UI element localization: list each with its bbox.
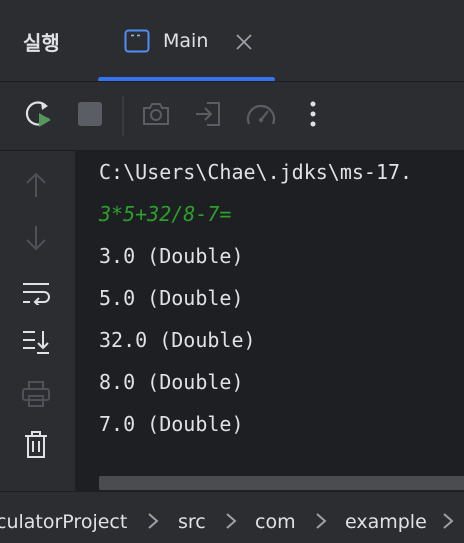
console-line-command: C:\Users\Chae\.jdks\ms-17. xyxy=(99,160,413,184)
console-line-output: 7.0 (Double) xyxy=(99,412,244,436)
profiler-button[interactable] xyxy=(243,98,279,134)
console-line-output: 5.0 (Double) xyxy=(99,286,244,310)
console-output[interactable]: C:\Users\Chae\.jdks\ms-17. 3*5+32/8-7= 3… xyxy=(76,151,464,491)
stop-icon xyxy=(77,101,103,131)
import-icon xyxy=(193,99,223,133)
run-tool-window-header: 실행 Main xyxy=(0,0,464,82)
print-button[interactable] xyxy=(18,378,54,414)
stop-button[interactable] xyxy=(72,98,108,134)
more-vertical-icon xyxy=(309,100,317,132)
down-arrow-icon xyxy=(24,224,48,256)
print-icon xyxy=(21,380,51,412)
chevron-right-icon xyxy=(225,512,237,534)
console-line-input: 3*5+32/8-7= xyxy=(99,202,232,226)
tab-main[interactable]: Main xyxy=(98,0,275,82)
breadcrumb-item-example[interactable]: example xyxy=(345,511,427,533)
soft-wrap-icon xyxy=(21,281,51,309)
toolbar-divider xyxy=(122,96,124,136)
tool-window-title: 실행 xyxy=(23,31,60,55)
chevron-right-icon xyxy=(147,512,159,534)
breadcrumb-item-src[interactable]: src xyxy=(178,511,206,533)
breadcrumb-item-project[interactable]: culatorProject xyxy=(0,511,127,533)
console-window-icon xyxy=(124,29,150,57)
soft-wrap-button[interactable] xyxy=(18,277,54,313)
next-occurrence-button[interactable] xyxy=(18,222,54,258)
profiler-gauge-icon xyxy=(245,100,277,132)
chevron-right-icon xyxy=(442,512,454,534)
console-line-output: 3.0 (Double) xyxy=(99,244,244,268)
run-toolbar xyxy=(0,82,464,150)
console-line-output: 8.0 (Double) xyxy=(99,370,244,394)
clear-all-button[interactable] xyxy=(18,429,54,465)
tab-label: Main xyxy=(163,30,209,52)
breadcrumb: culatorProject src com example xyxy=(0,491,464,543)
console-side-toolbar xyxy=(0,151,75,491)
trash-icon xyxy=(23,430,49,464)
breadcrumb-item-com[interactable]: com xyxy=(255,511,296,533)
horizontal-scrollbar[interactable] xyxy=(99,476,464,490)
chevron-right-icon xyxy=(315,512,327,534)
import-button[interactable] xyxy=(190,98,226,134)
rerun-button[interactable] xyxy=(22,98,58,134)
close-icon[interactable] xyxy=(235,33,253,55)
more-options-button[interactable] xyxy=(295,98,331,134)
screenshot-button[interactable] xyxy=(138,98,174,134)
rerun-icon xyxy=(24,98,56,134)
previous-occurrence-button[interactable] xyxy=(18,169,54,205)
up-arrow-icon xyxy=(24,171,48,203)
camera-icon xyxy=(141,101,171,131)
scroll-to-end-icon xyxy=(21,329,51,359)
scroll-to-end-button[interactable] xyxy=(18,326,54,362)
console-line-output: 32.0 (Double) xyxy=(99,328,256,352)
